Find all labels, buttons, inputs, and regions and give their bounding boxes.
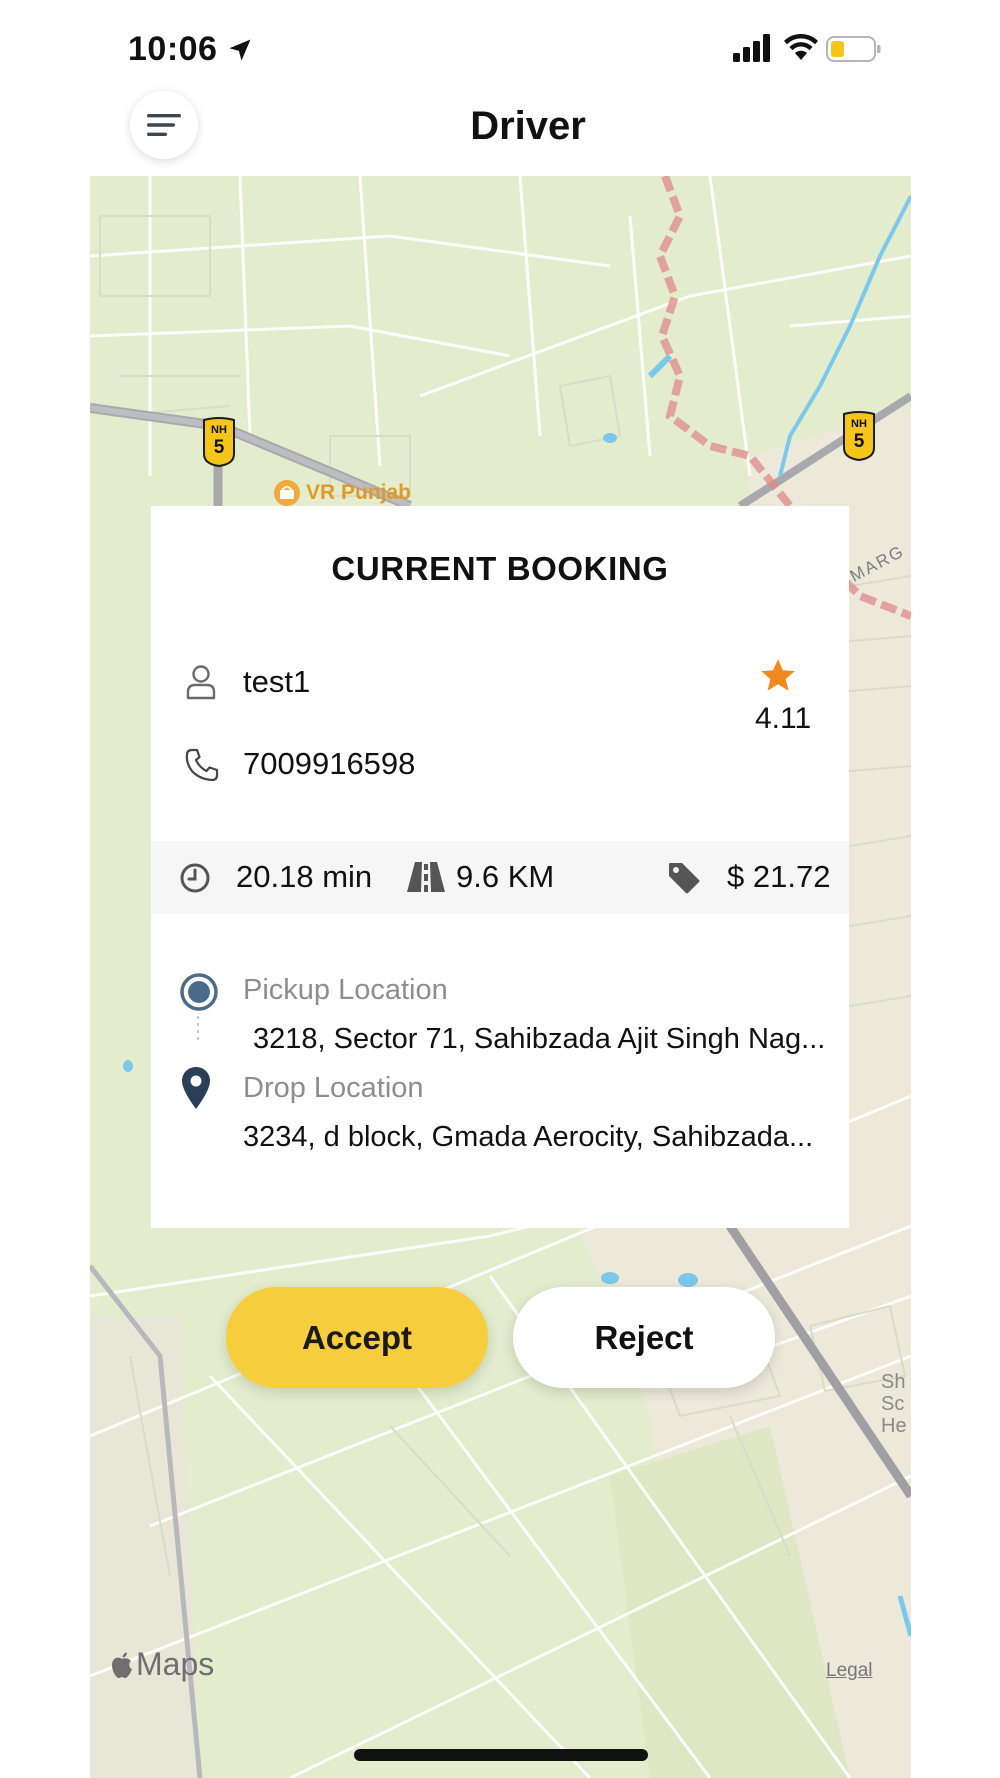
trip-fare: $ 21.72 xyxy=(727,859,831,894)
poi-marker[interactable]: VR Punjab xyxy=(274,480,411,506)
maps-attribution: Maps xyxy=(110,1646,214,1683)
map-edge-label: Sh xyxy=(881,1371,906,1393)
trip-stats-bar: 20.18 min 9.6 KM $ 21.72 xyxy=(151,841,849,914)
map-pin-icon xyxy=(182,1067,210,1109)
poi-icon xyxy=(274,480,300,506)
maps-provider-label: Maps xyxy=(136,1646,215,1682)
status-bar: 10:06 xyxy=(0,0,1000,100)
trip-distance: 9.6 KM xyxy=(456,859,555,894)
status-time: 10:06 xyxy=(128,30,218,68)
drop-label: Drop Location xyxy=(243,1072,424,1104)
current-booking-card: CURRENT BOOKING test1 4.11 7009916598 20… xyxy=(151,506,849,1228)
trip-duration: 20.18 min xyxy=(236,859,373,894)
poi-label: VR Punjab xyxy=(306,481,412,504)
pickup-dot-icon xyxy=(180,973,218,1011)
user-icon xyxy=(186,665,216,700)
customer-rating: 4.11 xyxy=(755,702,812,735)
location-arrow-icon xyxy=(229,39,251,61)
battery-icon xyxy=(826,36,881,62)
clock-icon xyxy=(180,863,210,893)
card-title: CURRENT BOOKING xyxy=(331,550,669,587)
reject-button[interactable]: Reject xyxy=(513,1287,775,1388)
pickup-address: 3218, Sector 71, Sahibzada Ajit Singh Na… xyxy=(253,1023,826,1055)
drop-address: 3234, d block, Gmada Aerocity, Sahibzada… xyxy=(243,1121,814,1153)
legal-link[interactable]: Legal xyxy=(826,1660,873,1682)
highway-shield-line2: 5 xyxy=(853,431,865,452)
road-icon xyxy=(407,862,445,892)
highway-shield-line2: 5 xyxy=(213,437,225,458)
tag-icon xyxy=(669,863,700,894)
customer-phone[interactable]: 7009916598 xyxy=(243,746,415,782)
cellular-signal-icon xyxy=(733,34,770,62)
star-icon xyxy=(761,659,795,691)
home-indicator[interactable] xyxy=(354,1749,648,1761)
page-title: Driver xyxy=(470,104,586,148)
highway-shield-line1: NH xyxy=(851,418,867,430)
map-edge-label: He xyxy=(881,1415,907,1437)
route-connector xyxy=(197,1016,199,1040)
phone-icon[interactable] xyxy=(185,748,219,782)
pickup-label: Pickup Location xyxy=(243,974,448,1006)
accept-button[interactable]: Accept xyxy=(226,1287,488,1388)
map-edge-labels: Sh Sc He xyxy=(881,1371,907,1437)
highway-shield-line1: NH xyxy=(211,424,227,436)
wifi-icon xyxy=(784,33,818,60)
map-edge-label: Sc xyxy=(881,1393,905,1415)
apple-logo-icon xyxy=(112,1652,132,1678)
customer-name: test1 xyxy=(243,664,311,699)
